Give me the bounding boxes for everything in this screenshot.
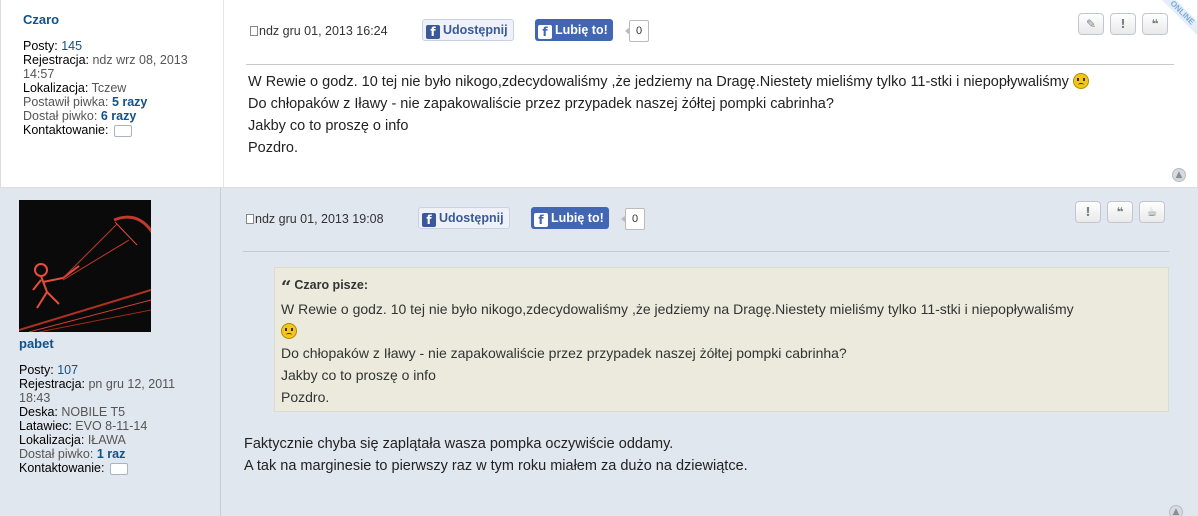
quote-icon: ❝ xyxy=(1116,205,1124,219)
facebook-like-button[interactable]: f Lubię to! xyxy=(531,207,609,229)
content-line: Jakby co to proszę o info xyxy=(248,118,409,134)
dostal-value[interactable]: 6 razy xyxy=(101,109,136,123)
facebook-icon: f xyxy=(422,213,436,227)
post-profile: Czaro Posty: 145 Rejestracja: ndz wrz 08… xyxy=(1,0,224,187)
postawil-value[interactable]: 5 razy xyxy=(112,95,147,109)
dostal-value[interactable]: 1 raz xyxy=(97,447,126,461)
share-label: Udostępnij xyxy=(443,23,508,37)
edit-button[interactable]: ✎ xyxy=(1078,13,1104,35)
post-czaro: Czaro Posty: 145 Rejestracja: ndz wrz 08… xyxy=(0,0,1198,188)
kitesurfer-avatar-image xyxy=(19,200,151,332)
posty-count-link[interactable]: 145 xyxy=(61,39,82,53)
post-date: ndz gru 01, 2013 19:08 xyxy=(246,212,384,226)
facebook-share-button[interactable]: f Udostępnij xyxy=(418,207,510,229)
report-icon: ! xyxy=(1085,205,1091,219)
kontakt-label: Kontaktowanie: xyxy=(19,461,105,475)
edit-icon: ✎ xyxy=(1085,17,1097,31)
sad-smiley-icon xyxy=(1072,73,1089,89)
facebook-icon: f xyxy=(534,213,548,227)
beer-button[interactable]: ☕ xyxy=(1139,201,1165,223)
author-username[interactable]: Czaro xyxy=(23,12,59,27)
quote-line: W Rewie o godz. 10 tej nie było nikogo,z… xyxy=(281,301,1074,317)
author-username[interactable]: pabet xyxy=(19,336,54,351)
post-profile: pabet Posty: 107 Rejestracja: pn gru 12,… xyxy=(0,188,221,516)
quote-block: “Czaro pisze: W Rewie o godz. 10 tej nie… xyxy=(274,267,1169,412)
post-separator xyxy=(246,64,1174,65)
quote-line: Pozdro. xyxy=(281,389,330,405)
quote-cite-text: Czaro pisze: xyxy=(294,278,368,292)
post-pabet: pabet Posty: 107 Rejestracja: pn gru 12,… xyxy=(0,188,1198,516)
rejestracja-time: 18:43 xyxy=(19,391,51,405)
posty-count-link[interactable]: 107 xyxy=(57,363,78,377)
report-button[interactable]: ! xyxy=(1110,13,1136,35)
facebook-icon: f xyxy=(426,25,440,39)
posty-label: Posty: xyxy=(23,39,58,53)
content-line: Pozdro. xyxy=(248,140,298,156)
report-button[interactable]: ! xyxy=(1075,201,1101,223)
post-link-icon[interactable] xyxy=(250,26,258,36)
contact-icon[interactable] xyxy=(113,124,132,137)
facebook-share-button[interactable]: f Udostępnij xyxy=(422,19,514,41)
rejestracja-value: ndz wrz 08, 2013 xyxy=(92,53,188,67)
content-line: Faktycznie chyba się zaplątała wasza pom… xyxy=(244,436,674,452)
lokalizacja-label: Lokalizacja: xyxy=(19,433,85,447)
back-to-top-icon[interactable]: ▲ xyxy=(1172,168,1186,182)
like-label: Lubię to! xyxy=(555,23,608,37)
lokalizacja-value: Tczew xyxy=(91,81,127,95)
content-line: W Rewie o godz. 10 tej nie było nikogo,z… xyxy=(248,74,1069,90)
latawiec-label: Latawiec: xyxy=(19,419,72,433)
profile-details: Posty: 107 Rejestracja: pn gru 12, 2011 … xyxy=(19,363,219,475)
report-icon: ! xyxy=(1120,17,1126,31)
online-badge: ONLINE xyxy=(1157,0,1197,40)
avatar[interactable] xyxy=(19,200,151,332)
posty-label: Posty: xyxy=(19,363,54,377)
quote-line: Do chłopaków z Iławy - nie zapakowaliści… xyxy=(281,345,847,361)
like-label: Lubię to! xyxy=(551,211,604,225)
kontakt-label: Kontaktowanie: xyxy=(23,123,109,137)
back-to-top-icon[interactable]: ▲ xyxy=(1169,505,1183,516)
deska-label: Deska: xyxy=(19,405,58,419)
like-count: 0 xyxy=(620,208,646,230)
post-date-text: ndz gru 01, 2013 16:24 xyxy=(259,24,388,38)
post-separator xyxy=(243,251,1169,252)
dostal-label: Dostał piwko: xyxy=(23,109,98,123)
profile-details: Posty: 145 Rejestracja: ndz wrz 08, 2013… xyxy=(23,39,223,137)
postawil-label: Postawił piwka: xyxy=(23,95,109,109)
rejestracja-value: pn gru 12, 2011 xyxy=(88,377,176,391)
quote-line: Jakby co to proszę o info xyxy=(281,367,436,383)
facebook-like-button[interactable]: f Lubię to! xyxy=(535,19,613,41)
like-count: 0 xyxy=(624,20,650,42)
rejestracja-label: Rejestracja: xyxy=(19,377,85,391)
post-content: W Rewie o godz. 10 tej nie było nikogo,z… xyxy=(248,71,1089,159)
lokalizacja-label: Lokalizacja: xyxy=(23,81,89,95)
latawiec-value: EVO 8-11-14 xyxy=(75,419,148,433)
contact-icon[interactable] xyxy=(109,462,128,475)
dostal-label: Dostał piwko: xyxy=(19,447,94,461)
deska-value: NOBILE T5 xyxy=(61,405,126,419)
content-line: Do chłopaków z Iławy - nie zapakowaliści… xyxy=(248,96,834,112)
sad-smiley-icon xyxy=(281,323,297,339)
post-date: ndz gru 01, 2013 16:24 xyxy=(250,24,388,38)
quote-button[interactable]: ❝ xyxy=(1107,201,1133,223)
rejestracja-label: Rejestracja: xyxy=(23,53,89,67)
lokalizacja-value: IŁAWA xyxy=(87,433,126,447)
post-date-text: ndz gru 01, 2013 19:08 xyxy=(255,212,384,226)
content-line: A tak na marginesie to pierwszy raz w ty… xyxy=(244,458,748,474)
quote-mark-icon: “ xyxy=(281,277,292,298)
post-link-icon[interactable] xyxy=(246,214,254,224)
beer-icon: ☕ xyxy=(1146,205,1158,219)
post-content: Faktycznie chyba się zaplątała wasza pom… xyxy=(244,433,748,477)
online-label: ONLINE xyxy=(1157,0,1197,40)
share-label: Udostępnij xyxy=(439,211,504,225)
rejestracja-time: 14:57 xyxy=(23,67,55,81)
facebook-icon: f xyxy=(538,25,552,39)
quote-cite: “Czaro pisze: xyxy=(281,275,1162,298)
